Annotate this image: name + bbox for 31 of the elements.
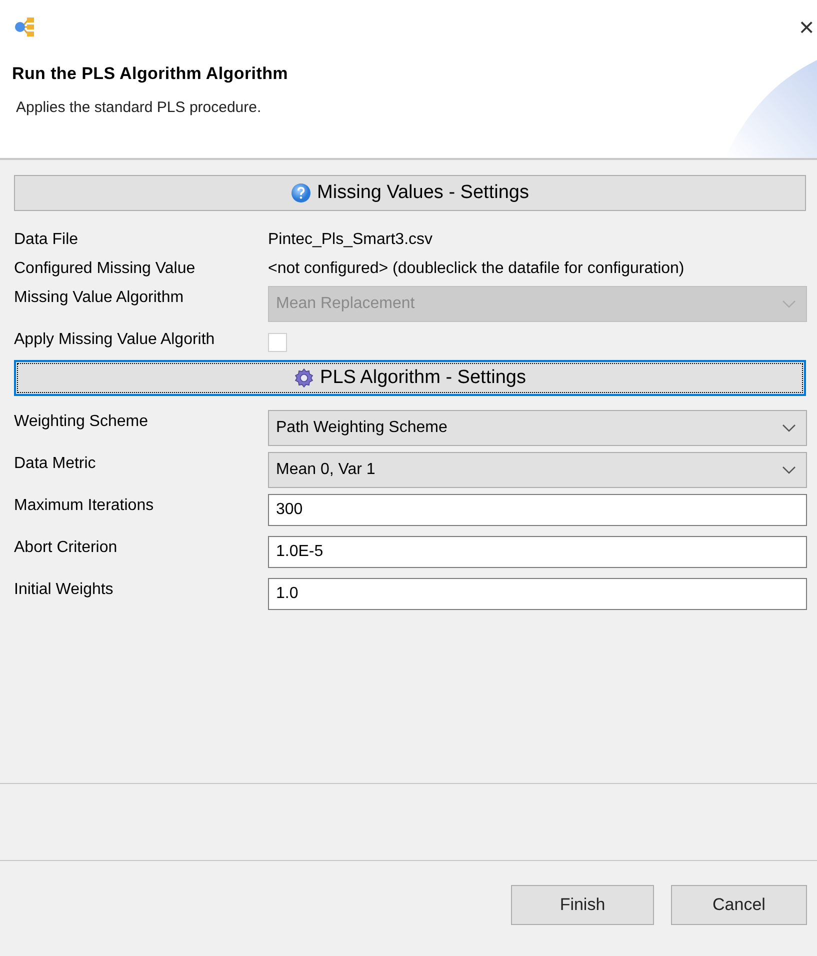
- dialog-button[interactable]: Finish: [511, 885, 654, 925]
- chevron-down-icon: [782, 465, 796, 475]
- checkbox[interactable]: [268, 333, 287, 352]
- field-label: Data File: [14, 230, 80, 249]
- field-label: Initial Weights: [14, 580, 114, 599]
- dialog-description: Applies the standard PLS procedure.: [16, 99, 262, 116]
- dropdown[interactable]: Mean 0, Var 1: [268, 452, 807, 488]
- gear-icon: [294, 368, 314, 388]
- field-value: Pintec_Pls_Smart3.csv: [268, 230, 434, 249]
- field-label: Configured Missing Value: [14, 259, 196, 278]
- dropdown: Mean Replacement: [268, 286, 807, 322]
- field-label: Missing Value Algorithm: [14, 288, 185, 307]
- field-label: Maximum Iterations: [14, 496, 155, 515]
- help-icon: [291, 183, 312, 203]
- input-field[interactable]: 300: [268, 494, 807, 526]
- section-header-button[interactable]: PLS Algorithm - Settings: [14, 360, 806, 396]
- tree-icon: [14, 17, 36, 37]
- dialog-title: Run the PLS Algorithm Algorithm: [12, 64, 289, 84]
- field-label: Weighting Scheme: [14, 412, 149, 431]
- field-value: <not configured> (doubleclick the datafile for configuration): [268, 259, 686, 278]
- field-label: Data Metric: [14, 454, 97, 473]
- input-field[interactable]: 1.0E-5: [268, 536, 807, 568]
- section-header-button[interactable]: Missing Values - Settings: [14, 175, 806, 211]
- field-label: Abort Criterion: [14, 538, 118, 557]
- chevron-down-icon: [782, 299, 796, 309]
- dialog-button[interactable]: Cancel: [671, 885, 807, 925]
- input-field[interactable]: 1.0: [268, 578, 807, 610]
- field-label: Apply Missing Value Algorith: [14, 330, 216, 349]
- chevron-down-icon: [782, 423, 796, 433]
- dropdown[interactable]: Path Weighting Scheme: [268, 410, 807, 446]
- close-button[interactable]: ×: [799, 16, 817, 38]
